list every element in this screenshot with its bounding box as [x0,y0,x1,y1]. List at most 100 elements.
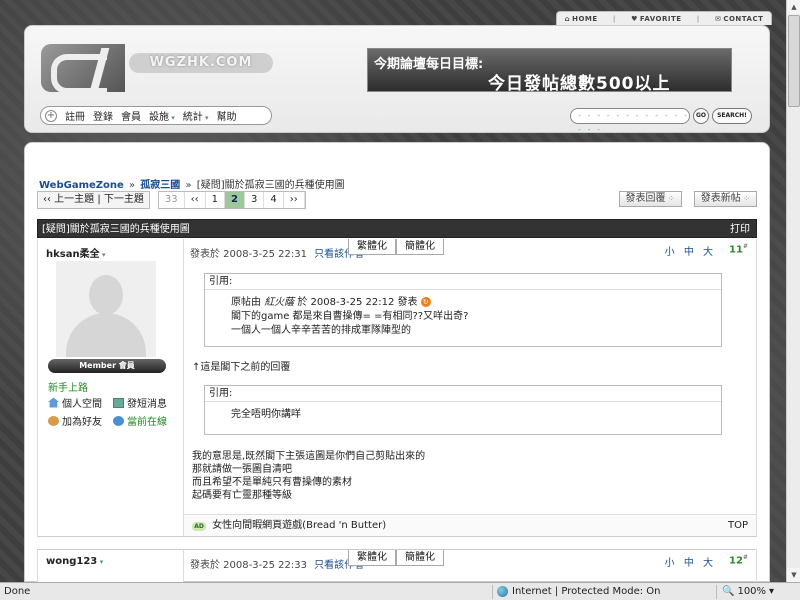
search-button[interactable]: SEARCH! [712,108,752,124]
thread-title-bar: [疑問]關於孤寂三國的兵種使用圖 打印 [37,219,757,238]
nav-facilities[interactable]: 設施 [149,108,175,123]
user-links: 個人空間 發短消息 加為好友 當前在線 [48,395,178,428]
main-content: WebGameZone » 孤寂三國 » [疑問]關於孤寂三國的兵種使用圖 ‹‹… [24,142,770,583]
signature-link[interactable]: 女性向間暇網頁遊戲(Bread 'n Butter) [212,520,386,531]
font-size-links[interactable]: 小 中 大 [665,243,716,258]
username[interactable]: hksan柔全 [46,245,106,260]
reply-button[interactable]: 發表回覆 [618,191,682,207]
page-2: 2 [225,192,245,208]
new-post-button[interactable]: 發表新帖 [693,191,757,207]
security-zone[interactable]: Internet | Protected Mode: On [497,583,660,600]
font-size-links[interactable]: 小 中 大 [665,554,716,569]
status-text: Done [4,586,31,597]
vertical-scrollbar[interactable]: ▲ ▼ [786,0,800,582]
simplified-button[interactable]: 簡體化 [396,550,444,566]
nav-help[interactable]: 幫助 [217,108,237,123]
contact-link[interactable]: ✉ CONTACT [715,15,763,23]
scroll-down-icon[interactable]: ▼ [787,568,800,582]
back-arrow-icon[interactable]: ↻ [420,297,431,307]
send-message-link[interactable]: 發短消息 [113,395,178,410]
breadcrumb-forum[interactable]: 孤寂三國 [140,180,180,191]
site-header: WGZHK.COM 今期論壇每日目標: 今日發帖總數500以上 + 註冊 登錄 … [24,25,770,134]
search-input[interactable]: - - - - - - - - - - - - - - - [570,108,690,134]
prev-topic-button[interactable]: ‹‹ 上一主題 | 下一主題 [37,191,150,209]
breadcrumb-topic: [疑問]關於孤寂三國的兵種使用圖 [196,180,345,191]
post-text: ↑這是閣下之前的回覆 [192,362,291,373]
zoom-control[interactable]: 🔍 100% ▾ [722,583,774,600]
print-link[interactable]: 打印 [730,220,750,239]
announcement-banner[interactable]: 今期論壇每日目標: 今日發帖總數500以上 [367,48,732,94]
banner-line1: 今期論壇每日目標: [374,57,484,72]
post-author-panel: hksan柔全 Member 會員 新手上路 個人空間 發短消息 加為好友 當前… [38,239,184,536]
quote-content: 原帖由 紅火蔭 於 2008-3-25 22:12 發表 ↻ 閣下的game 都… [231,297,469,336]
divider [716,585,717,599]
avatar-head [89,275,123,315]
add-friend-link[interactable]: 加為好友 [48,413,113,428]
pagination: 33 ‹‹ 1 2 3 4 ›› [157,191,306,209]
plus-icon[interactable]: + [45,109,57,122]
site-logo[interactable] [41,44,125,92]
post-meta: 發表於 2008-3-25 22:33 只看該作者 [190,556,364,571]
post-body: 發表於 2008-3-25 22:33 只看該作者 繁體化 簡體化 小 中 大 … [184,550,756,583]
post: hksan柔全 Member 會員 新手上路 個人空間 發短消息 加為好友 當前… [37,239,757,537]
chevron-down-icon: ▾ [769,586,775,597]
floor-number: 12 [729,554,748,566]
breadcrumb-root[interactable]: WebGameZone [39,180,124,191]
search-bar: - - - - - - - - - - - - - - - GO SEARCH! [570,108,752,134]
post-body: 發表於 2008-3-25 22:31 只看該作者 繁體化 簡體化 小 中 大 … [184,239,756,536]
message-icon [113,397,124,408]
divider [492,585,493,599]
quote-block: 引用: 完全唔明你講咩 [204,385,722,435]
next-page-button[interactable]: ›› [284,192,305,208]
top-links: ⌂ HOME | ♥ FAVORITE | ✉ CONTACT [556,11,772,25]
quote-block: 引用: 原帖由 紅火蔭 於 2008-3-25 22:12 發表 ↻ 閣下的ga… [204,273,722,347]
banner-line2: 今日發帖總數500以上 [488,74,671,94]
username[interactable]: wong123 [46,556,103,567]
home-link[interactable]: ⌂ HOME [565,15,598,23]
convert-buttons: 繁體化 簡體化 [348,550,444,566]
page-4[interactable]: 4 [264,192,284,208]
page-1[interactable]: 1 [206,192,226,208]
nav-members[interactable]: 會員 [121,108,141,123]
post-time: 發表於 2008-3-25 22:33 [190,560,307,571]
go-button[interactable]: GO [693,108,709,124]
traditional-button[interactable]: 繁體化 [348,239,396,255]
site-name: WGZHK.COM [129,53,273,73]
home-icon [48,397,59,408]
top-link[interactable]: TOP [728,515,748,537]
total-pages: 33 [159,192,185,208]
pager-row: ‹‹ 上一主題 | 下一主題 33 ‹‹ 1 2 3 4 ›› [37,191,306,209]
post-text: 我的意思是,既然閣下主張這圖是你們自己剪貼出來的 那就請做一張圖自清吧 而且希望… [192,451,426,501]
signature-bar: AD 女性向間暇網頁遊戲(Bread 'n Butter) TOP [184,514,756,536]
scroll-up-icon[interactable]: ▲ [787,0,800,14]
prev-page-button[interactable]: ‹‹ [185,192,206,208]
rank-badge: Member 會員 [48,359,166,373]
page-3[interactable]: 3 [245,192,265,208]
status-bar: Done Internet | Protected Mode: On 🔍 100… [0,582,800,600]
scroll-thumb[interactable] [788,15,800,107]
breadcrumb-separator: » [185,180,192,191]
divider: | [696,14,700,23]
floor-number: 11 [729,243,748,255]
nav-login[interactable]: 登錄 [93,108,113,123]
quote-label: 引用: [205,274,721,290]
simplified-button[interactable]: 簡體化 [396,239,444,255]
divider: | [612,14,616,23]
traditional-button[interactable]: 繁體化 [348,550,396,566]
nav-stats[interactable]: 統計 [183,108,209,123]
online-status: 當前在線 [113,413,178,428]
user-icon [113,415,124,426]
personal-space-link[interactable]: 個人空間 [48,395,113,410]
envelope-icon: ✉ [714,14,722,23]
breadcrumb: WebGameZone » 孤寂三國 » [疑問]關於孤寂三國的兵種使用圖 [39,176,345,191]
quote-content: 完全唔明你講咩 [231,409,301,420]
rank-title: 新手上路 [48,383,88,394]
nav-register[interactable]: 註冊 [65,108,85,123]
heart-icon: ♥ [631,14,638,23]
post-author-panel: wong123 [38,550,184,583]
avatar-shoulders [66,313,146,357]
avatar[interactable] [56,261,156,357]
next-topic-button[interactable]: 下一主題 [104,194,144,205]
quote-label: 引用: [205,386,721,402]
favorite-link[interactable]: ♥ FAVORITE [631,15,682,23]
